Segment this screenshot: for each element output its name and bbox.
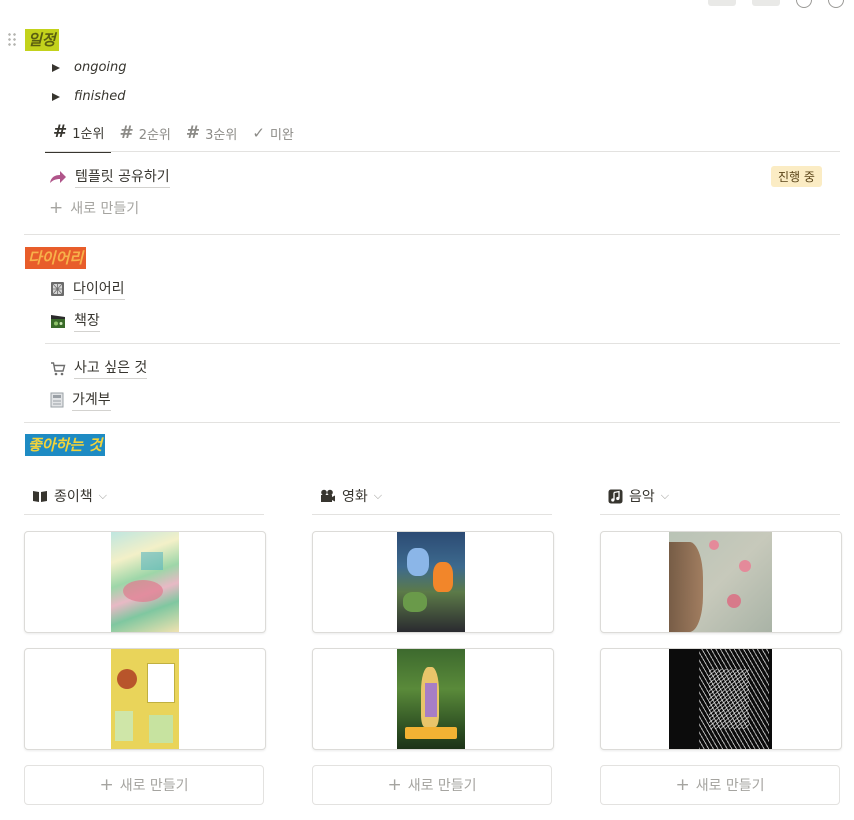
page-link-ledger[interactable]: 가계부 bbox=[50, 389, 111, 411]
album-cover-image bbox=[669, 532, 772, 632]
page-link-label: 다이어리 bbox=[73, 278, 125, 300]
page-link-bookshelf[interactable]: 책장 bbox=[50, 310, 100, 332]
share-arrow-icon bbox=[50, 171, 66, 183]
gallery-card[interactable] bbox=[24, 531, 266, 633]
page-link-wishlist[interactable]: 사고 싶은 것 bbox=[50, 357, 148, 379]
toolbar-item[interactable] bbox=[752, 0, 780, 6]
schedule-heading: 일정 bbox=[25, 29, 59, 51]
tab-label: 2순위 bbox=[138, 127, 171, 143]
plus-icon: + bbox=[49, 198, 64, 218]
diary-heading: 다이어리 bbox=[25, 247, 87, 269]
page-link-label: 사고 싶은 것 bbox=[74, 357, 148, 379]
gallery-header-movies[interactable]: 영화 ⌵ bbox=[320, 486, 382, 506]
toggle-triangle-icon[interactable] bbox=[52, 92, 60, 101]
list-item[interactable]: 템플릿 공유하기 bbox=[49, 166, 170, 188]
album-cover-image bbox=[669, 649, 772, 749]
divider bbox=[24, 514, 264, 515]
divider bbox=[600, 514, 840, 515]
plus-icon: + bbox=[387, 775, 402, 795]
gallery-title: 종이책 bbox=[54, 489, 93, 505]
plus-icon: + bbox=[99, 775, 114, 795]
new-button-label: 새로 만들기 bbox=[119, 778, 189, 794]
book-cover-image bbox=[111, 649, 179, 749]
ledger-icon bbox=[50, 392, 64, 408]
movie-poster-image bbox=[397, 649, 465, 749]
divider bbox=[45, 151, 840, 152]
music-icon bbox=[608, 489, 623, 503]
hash-icon: # bbox=[119, 123, 134, 143]
divider bbox=[312, 514, 552, 515]
divider bbox=[45, 343, 840, 344]
gallery-card[interactable] bbox=[312, 648, 554, 750]
plus-icon: + bbox=[675, 775, 690, 795]
chevron-down-icon[interactable]: ⌵ bbox=[99, 489, 107, 503]
chevron-down-icon[interactable]: ⌵ bbox=[374, 489, 382, 503]
tab-incomplete[interactable]: ✓ 미완 bbox=[244, 118, 301, 153]
check-icon: ✓ bbox=[252, 124, 265, 142]
cart-icon bbox=[51, 361, 66, 375]
clock-icon[interactable] bbox=[828, 0, 844, 8]
tab-label: 미완 bbox=[269, 127, 294, 143]
top-toolbar bbox=[708, 0, 844, 8]
gallery-card[interactable] bbox=[312, 531, 554, 633]
gallery-card[interactable] bbox=[600, 648, 842, 750]
status-badge: 진행 중 bbox=[771, 166, 822, 187]
page-link-label: 가계부 bbox=[72, 389, 111, 411]
tab-priority-3[interactable]: # 3순위 bbox=[178, 118, 244, 153]
clapper-icon bbox=[51, 314, 65, 328]
toggle-triangle-icon[interactable] bbox=[52, 63, 60, 72]
notebook-icon bbox=[51, 282, 64, 296]
book-icon bbox=[33, 490, 47, 502]
camera-icon bbox=[321, 489, 335, 502]
tab-label: 3순위 bbox=[205, 127, 238, 143]
page-link-diary[interactable]: 다이어리 bbox=[50, 278, 125, 300]
gallery-title: 음악 bbox=[629, 489, 655, 505]
book-cover-image bbox=[111, 532, 179, 632]
gallery-new-button[interactable]: + 새로 만들기 bbox=[312, 765, 552, 805]
view-tabs: # 1순위 # 2순위 # 3순위 ✓ 미완 bbox=[45, 118, 301, 153]
gallery-header-music[interactable]: 음악 ⌵ bbox=[608, 486, 669, 506]
gallery-new-button[interactable]: + 새로 만들기 bbox=[600, 765, 840, 805]
new-item-button[interactable]: + 새로 만들기 bbox=[49, 198, 139, 218]
page-link-label: 책장 bbox=[74, 310, 100, 332]
divider bbox=[24, 234, 840, 235]
tab-priority-1[interactable]: # 1순위 bbox=[45, 118, 112, 153]
hash-icon: # bbox=[53, 122, 68, 142]
tab-priority-2[interactable]: # 2순위 bbox=[111, 118, 177, 153]
likes-heading: 좋아하는 것 bbox=[25, 434, 106, 456]
drag-handle-icon[interactable] bbox=[7, 32, 17, 46]
new-button-label: 새로 만들기 bbox=[407, 778, 477, 794]
new-item-label: 새로 만들기 bbox=[70, 201, 140, 217]
toolbar-item[interactable] bbox=[708, 0, 736, 6]
chevron-down-icon[interactable]: ⌵ bbox=[661, 489, 669, 503]
gallery-header-books[interactable]: 종이책 ⌵ bbox=[32, 486, 107, 506]
item-title: 템플릿 공유하기 bbox=[75, 166, 170, 188]
gallery-card[interactable] bbox=[600, 531, 842, 633]
toggle-finished[interactable]: finished bbox=[52, 89, 126, 104]
tab-label: 1순위 bbox=[72, 126, 105, 142]
movie-poster-image bbox=[397, 532, 465, 632]
divider bbox=[24, 422, 840, 423]
gallery-card[interactable] bbox=[24, 648, 266, 750]
toggle-ongoing[interactable]: ongoing bbox=[52, 60, 127, 75]
toggle-label: ongoing bbox=[74, 60, 127, 75]
toggle-label: finished bbox=[74, 89, 126, 104]
comment-icon[interactable] bbox=[796, 0, 812, 8]
new-button-label: 새로 만들기 bbox=[695, 778, 765, 794]
gallery-new-button[interactable]: + 새로 만들기 bbox=[24, 765, 264, 805]
gallery-title: 영화 bbox=[342, 489, 368, 505]
hash-icon: # bbox=[185, 123, 201, 143]
